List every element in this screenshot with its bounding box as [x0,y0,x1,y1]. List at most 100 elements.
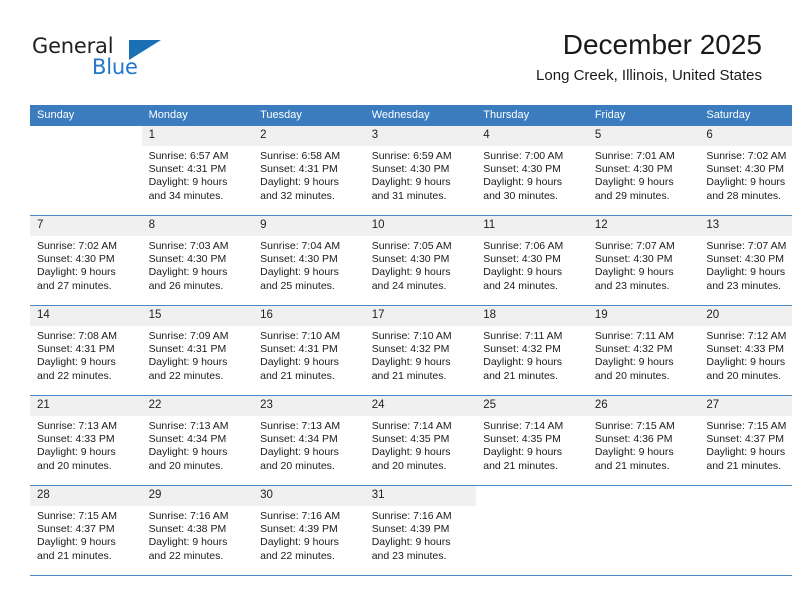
day-number: 23 [253,396,365,416]
sunrise-text: Sunrise: 7:13 AM [148,420,229,432]
day-cell[interactable]: 29 Sunrise: 7:16 AM Sunset: 4:38 PM Dayl… [141,485,254,576]
day-number: 12 [587,216,700,236]
weekday-header-tuesday: Tuesday [253,105,365,126]
day-cell[interactable]: 13 Sunrise: 7:07 AM Sunset: 4:30 PM Dayl… [699,215,792,306]
day-cell[interactable]: 28 Sunrise: 7:15 AM Sunset: 4:37 PM Dayl… [30,485,142,576]
day-cell[interactable]: 9 Sunrise: 7:04 AM Sunset: 4:30 PM Dayli… [253,215,365,306]
day-cell[interactable]: 20 Sunrise: 7:12 AM Sunset: 4:33 PM Dayl… [699,305,792,396]
day-number: 22 [141,396,254,416]
day-number: 17 [364,306,477,326]
day-cell[interactable]: 24 Sunrise: 7:14 AM Sunset: 4:35 PM Dayl… [364,395,477,486]
day-info: Sunrise: 7:10 AM Sunset: 4:31 PM Dayligh… [253,326,365,383]
daylight-text-line2: and 27 minutes. [37,279,112,292]
day-number: 29 [141,486,254,506]
day-cell[interactable]: 14 Sunrise: 7:08 AM Sunset: 4:31 PM Dayl… [30,305,142,396]
day-cell[interactable]: 22 Sunrise: 7:13 AM Sunset: 4:34 PM Dayl… [141,395,254,486]
day-cell[interactable]: 10 Sunrise: 7:05 AM Sunset: 4:30 PM Dayl… [364,215,477,306]
day-number: 30 [253,486,365,506]
day-cell[interactable]: 5 Sunrise: 7:01 AM Sunset: 4:30 PM Dayli… [587,126,700,216]
day-info: Sunrise: 7:13 AM Sunset: 4:34 PM Dayligh… [142,416,254,473]
day-cell[interactable]: 16 Sunrise: 7:10 AM Sunset: 4:31 PM Dayl… [253,305,365,396]
daylight-text-line2: and 21 minutes. [483,369,558,382]
day-cell[interactable]: 23 Sunrise: 7:13 AM Sunset: 4:34 PM Dayl… [253,395,365,486]
day-cell[interactable]: 12 Sunrise: 7:07 AM Sunset: 4:30 PM Dayl… [587,215,700,306]
sunrise-text: Sunrise: 7:11 AM [483,330,563,342]
day-info: Sunrise: 7:11 AM Sunset: 4:32 PM Dayligh… [588,326,700,383]
sunrise-text: Sunrise: 7:16 AM [148,510,229,522]
day-cell[interactable]: 18 Sunrise: 7:11 AM Sunset: 4:32 PM Dayl… [476,305,588,396]
sunset-text: Sunset: 4:30 PM [371,163,450,176]
sunrise-text: Sunrise: 7:10 AM [260,330,341,342]
calendar-week-row: 1 Sunrise: 6:57 AM Sunset: 4:31 PM Dayli… [30,126,792,216]
sunset-text: Sunset: 4:31 PM [260,343,338,356]
daylight-text-line2: and 21 minutes. [483,459,558,472]
calendar-grid: Sunday Monday Tuesday Wednesday Thursday… [30,105,792,576]
day-info: Sunrise: 6:57 AM Sunset: 4:31 PM Dayligh… [142,146,254,203]
sunrise-text: Sunrise: 7:06 AM [483,240,564,252]
daylight-text-line2: and 20 minutes. [37,459,112,472]
day-cell[interactable]: 6 Sunrise: 7:02 AM Sunset: 4:30 PM Dayli… [699,126,792,216]
day-info: Sunrise: 7:16 AM Sunset: 4:39 PM Dayligh… [253,506,365,563]
day-cell[interactable]: 3 Sunrise: 6:59 AM Sunset: 4:30 PM Dayli… [364,126,477,216]
day-cell[interactable]: 17 Sunrise: 7:10 AM Sunset: 4:32 PM Dayl… [364,305,477,396]
daylight-text-line1: Daylight: 9 hours [260,536,339,549]
day-info: Sunrise: 7:11 AM Sunset: 4:32 PM Dayligh… [476,326,588,383]
daylight-text-line1: Daylight: 9 hours [371,176,451,189]
day-number: 3 [364,126,477,146]
daylight-text-line1: Daylight: 9 hours [706,176,786,189]
day-cell[interactable]: 25 Sunrise: 7:14 AM Sunset: 4:35 PM Dayl… [476,395,588,486]
day-info: Sunrise: 7:16 AM Sunset: 4:38 PM Dayligh… [142,506,254,563]
day-cell[interactable]: 8 Sunrise: 7:03 AM Sunset: 4:30 PM Dayli… [141,215,254,306]
day-cell[interactable]: 30 Sunrise: 7:16 AM Sunset: 4:39 PM Dayl… [253,485,365,576]
day-number: 26 [587,396,700,416]
day-number: 1 [141,126,254,146]
day-cell[interactable]: 11 Sunrise: 7:06 AM Sunset: 4:30 PM Dayl… [476,215,588,306]
daylight-text-line1: Daylight: 9 hours [594,176,674,189]
sunset-text: Sunset: 4:31 PM [37,343,115,356]
daylight-text-line1: Daylight: 9 hours [260,356,339,369]
day-cell[interactable]: 19 Sunrise: 7:11 AM Sunset: 4:32 PM Dayl… [587,305,700,396]
day-info: Sunrise: 7:07 AM Sunset: 4:30 PM Dayligh… [699,236,792,293]
day-cell[interactable]: 31 Sunrise: 7:16 AM Sunset: 4:39 PM Dayl… [364,485,477,576]
day-cell-empty [699,485,792,576]
day-number: 18 [476,306,588,326]
day-info: Sunrise: 7:02 AM Sunset: 4:30 PM Dayligh… [30,236,142,293]
day-cell[interactable]: 1 Sunrise: 6:57 AM Sunset: 4:31 PM Dayli… [141,126,254,216]
sunrise-text: Sunrise: 7:05 AM [371,240,452,252]
sunset-text: Sunset: 4:31 PM [148,343,227,356]
day-info: Sunrise: 7:15 AM Sunset: 4:37 PM Dayligh… [30,506,142,563]
sunrise-text: Sunrise: 7:14 AM [371,420,452,432]
day-cell[interactable]: 26 Sunrise: 7:15 AM Sunset: 4:36 PM Dayl… [587,395,700,486]
daylight-text-line2: and 31 minutes. [371,189,447,202]
daylight-text-line2: and 32 minutes. [260,189,335,202]
daylight-text-line1: Daylight: 9 hours [483,176,563,189]
daylight-text-line2: and 22 minutes. [148,369,224,382]
sunrise-text: Sunrise: 7:03 AM [148,240,229,252]
day-cell[interactable]: 21 Sunrise: 7:13 AM Sunset: 4:33 PM Dayl… [30,395,142,486]
sunrise-text: Sunrise: 7:09 AM [148,330,229,342]
page-title: December 2025 [562,29,762,60]
sunrise-text: Sunrise: 7:00 AM [483,150,564,162]
day-cell[interactable]: 7 Sunrise: 7:02 AM Sunset: 4:30 PM Dayli… [30,215,142,306]
day-number: 13 [699,216,792,236]
calendar-week-row: 7 Sunrise: 7:02 AM Sunset: 4:30 PM Dayli… [30,215,792,306]
sunrise-text: Sunrise: 7:08 AM [37,330,117,342]
daylight-text-line2: and 21 minutes. [371,369,447,382]
daylight-text-line1: Daylight: 9 hours [260,446,339,459]
daylight-text-line1: Daylight: 9 hours [483,356,563,369]
day-cell[interactable]: 15 Sunrise: 7:09 AM Sunset: 4:31 PM Dayl… [141,305,254,396]
sunset-text: Sunset: 4:30 PM [594,253,673,266]
day-number: 6 [699,126,792,146]
daylight-text-line1: Daylight: 9 hours [148,266,228,279]
day-number [476,486,588,506]
calendar-week-row: 28 Sunrise: 7:15 AM Sunset: 4:37 PM Dayl… [30,485,792,576]
day-cell[interactable]: 4 Sunrise: 7:00 AM Sunset: 4:30 PM Dayli… [476,126,588,216]
daylight-text-line2: and 21 minutes. [706,459,782,472]
day-number: 31 [364,486,477,506]
day-cell[interactable]: 2 Sunrise: 6:58 AM Sunset: 4:31 PM Dayli… [253,126,365,216]
day-cell[interactable]: 27 Sunrise: 7:15 AM Sunset: 4:37 PM Dayl… [699,395,792,486]
calendar-page: General Blue December 2025 Long Creek, I… [0,0,792,612]
day-number: 8 [141,216,254,236]
day-info: Sunrise: 7:16 AM Sunset: 4:39 PM Dayligh… [365,506,477,563]
sunset-text: Sunset: 4:37 PM [37,523,115,536]
